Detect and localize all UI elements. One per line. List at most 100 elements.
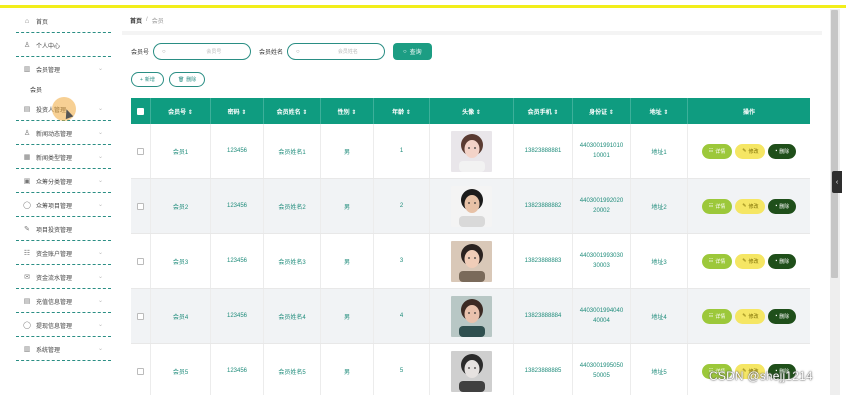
header-address[interactable]: 地址 ⇕ [631, 98, 688, 124]
member-table: 会员号 ⇕ 密码 ⇕ 会员姓名 ⇕ 性别 ⇕ 年龄 ⇕ 头像 ⇕ 会员手机 ⇕ … [131, 98, 810, 395]
delete-button[interactable]: ▪ 删除 [768, 198, 797, 214]
member-id-input[interactable]: ○ 会员号 [153, 43, 252, 60]
cell-phone: 13823888884 [514, 289, 573, 343]
list-icon: ☷ [708, 313, 714, 319]
search-form: 会员号 ○ 会员号 会员姓名 ○ 会员姓名 ○ 查询 [131, 43, 432, 60]
member-name-input[interactable]: ○ 会员姓名 [287, 43, 386, 60]
row-checkbox[interactable] [137, 257, 144, 265]
cell-phone: 13823888885 [514, 344, 573, 395]
avatar [451, 185, 492, 227]
cell-sex: 男 [321, 289, 374, 343]
scrollbar-thumb[interactable] [831, 10, 838, 278]
sidebar-subitem[interactable]: 会员 [14, 81, 113, 97]
sidebar-item-label: 项目投资管理 [36, 227, 73, 234]
edit-button[interactable]: ✎ 修改 [735, 198, 766, 214]
sidebar-item-0[interactable]: ⌂ 首页 [14, 9, 113, 33]
select-all-cell [131, 98, 151, 124]
sidebar-item-10[interactable]: ✉ 资金流水管理 ⌄ [14, 265, 113, 289]
content-panel: 会员号 ○ 会员号 会员姓名 ○ 会员姓名 ○ 查询 + 新增 🗑 删除 会员号… [122, 35, 822, 395]
sidebar-item-label: 会员管理 [36, 67, 61, 74]
collapse-tab[interactable]: ‹ [832, 171, 842, 193]
id-card-text: 440300199101010001 [579, 143, 624, 159]
sidebar-item-6[interactable]: ▣ 众筹分类管理 ⌄ [14, 169, 113, 193]
table-row: 会员4 123456 会员姓名4 男 4 13823888884 4403001994040… [131, 289, 810, 344]
row-checkbox[interactable] [137, 147, 144, 155]
view-button[interactable]: ☷ 详情 [701, 253, 733, 269]
table-body: 会员1 123456 会员姓名1 男 1 13823888881 4403001991010… [131, 124, 810, 395]
list-icon: ☷ [708, 203, 714, 209]
query-button[interactable]: ○ 查询 [393, 43, 432, 60]
edit-button[interactable]: ✎ 修改 [735, 308, 766, 324]
header-id-card[interactable]: 身份证 ⇕ [573, 98, 631, 124]
header-password[interactable]: 密码 ⇕ [211, 98, 264, 124]
cell-age: 5 [374, 344, 430, 395]
cell-age: 4 [374, 289, 430, 343]
list-icon: ☷ [708, 148, 714, 154]
cell-actions: ☷ 详情 ✎ 修改 ▪ 删除 [688, 179, 810, 233]
cell-member-name: 会员姓名3 [264, 234, 321, 288]
query-button-label: 查询 [409, 50, 422, 56]
cell-actions: ☷ 详情 ✎ 修改 ▪ 删除 [688, 124, 810, 178]
delete-button[interactable]: ▪ 删除 [768, 308, 797, 324]
row-select-cell [131, 344, 151, 395]
main-content: 首页 / 会员 会员号 ○ 会员号 会员姓名 ○ 会员姓名 ○ 查询 + 新增 [122, 9, 822, 395]
cell-member-name: 会员姓名5 [264, 344, 321, 395]
view-button[interactable]: ☷ 详情 [701, 198, 733, 214]
action-bar: + 新增 🗑 删除 [131, 72, 210, 87]
sidebar-item-7[interactable]: ◯ 众筹项目管理 ⌄ [14, 193, 113, 217]
breadcrumb: 首页 / 会员 [122, 9, 822, 31]
cell-member-id: 会员3 [151, 234, 211, 288]
trash-icon: ▪ [775, 258, 778, 264]
delete-button[interactable]: ▪ 删除 [768, 143, 797, 159]
header-sex[interactable]: 性别 ⇕ [321, 98, 374, 124]
sidebar-item-label: 个人中心 [36, 43, 61, 50]
pencil-icon: ✎ [742, 203, 747, 209]
header-avatar[interactable]: 头像 ⇕ [430, 98, 514, 124]
table-row: 会员3 123456 会员姓名3 男 3 13823888883 4403001993030… [131, 234, 810, 289]
add-button[interactable]: + 新增 [131, 72, 164, 87]
sidebar-item-2[interactable]: ▥ 会员管理 ⌄ [14, 57, 113, 81]
cell-id-card: 440300199202020002 [573, 179, 631, 233]
cell-member-id: 会员2 [151, 179, 211, 233]
select-all-checkbox[interactable] [137, 107, 144, 115]
header-age[interactable]: 年龄 ⇕ [374, 98, 430, 124]
sidebar-item-12[interactable]: ◯ 提现信息管理 ⌄ [14, 313, 113, 337]
view-button[interactable]: ☷ 详情 [701, 308, 733, 324]
add-button-label: 新增 [144, 77, 155, 83]
sidebar-item-label: 众筹分类管理 [36, 179, 73, 186]
row-checkbox[interactable] [137, 312, 144, 320]
search-icon: ○ [162, 48, 166, 55]
view-button-label: 详情 [715, 313, 726, 320]
cell-member-name: 会员姓名2 [264, 179, 321, 233]
pencil-icon: ✎ [742, 258, 747, 264]
breadcrumb-home[interactable]: 首页 [130, 16, 142, 25]
edit-button-label: 修改 [748, 148, 759, 155]
cell-actions: ☷ 详情 ✎ 修改 ▪ 删除 [688, 289, 810, 343]
cell-password: 123456 [211, 234, 264, 288]
cell-age: 2 [374, 179, 430, 233]
sidebar-item-label: 新闻动态管理 [36, 131, 73, 138]
edit-button[interactable]: ✎ 修改 [735, 253, 766, 269]
delete-button[interactable]: ▪ 删除 [768, 253, 797, 269]
sidebar-item-label: 提现信息管理 [36, 323, 73, 330]
header-member-name[interactable]: 会员姓名 ⇕ [264, 98, 321, 124]
row-checkbox[interactable] [137, 202, 144, 210]
sidebar-item-13[interactable]: ▥ 系统管理 ⌄ [14, 337, 113, 361]
chevron-down-icon: ⌄ [97, 250, 103, 256]
edit-button[interactable]: ✎ 修改 [735, 143, 766, 159]
row-checkbox[interactable] [137, 367, 144, 375]
cell-address: 地址5 [631, 344, 688, 395]
view-button[interactable]: ☷ 详情 [701, 143, 733, 159]
table-header: 会员号 ⇕ 密码 ⇕ 会员姓名 ⇕ 性别 ⇕ 年龄 ⇕ 头像 ⇕ 会员手机 ⇕ … [131, 98, 810, 124]
header-phone[interactable]: 会员手机 ⇕ [514, 98, 573, 124]
sidebar-item-1[interactable]: ♙ 个人中心 [14, 33, 113, 57]
sidebar-item-4[interactable]: ♙ 新闻动态管理 ⌄ [14, 121, 113, 145]
sidebar-item-5[interactable]: ▦ 新闻类型管理 ⌄ [14, 145, 113, 169]
batch-delete-button[interactable]: 🗑 删除 [168, 72, 206, 87]
grid-icon: ▥ [23, 66, 31, 73]
sidebar-item-11[interactable]: ▤ 充值信息管理 ⌄ [14, 289, 113, 313]
sidebar-item-9[interactable]: ☷ 资金账户管理 ⌄ [14, 241, 113, 265]
avatar [451, 295, 492, 337]
sidebar-item-8[interactable]: ✎ 项目投资管理 [14, 217, 113, 241]
header-member-id[interactable]: 会员号 ⇕ [151, 98, 211, 124]
